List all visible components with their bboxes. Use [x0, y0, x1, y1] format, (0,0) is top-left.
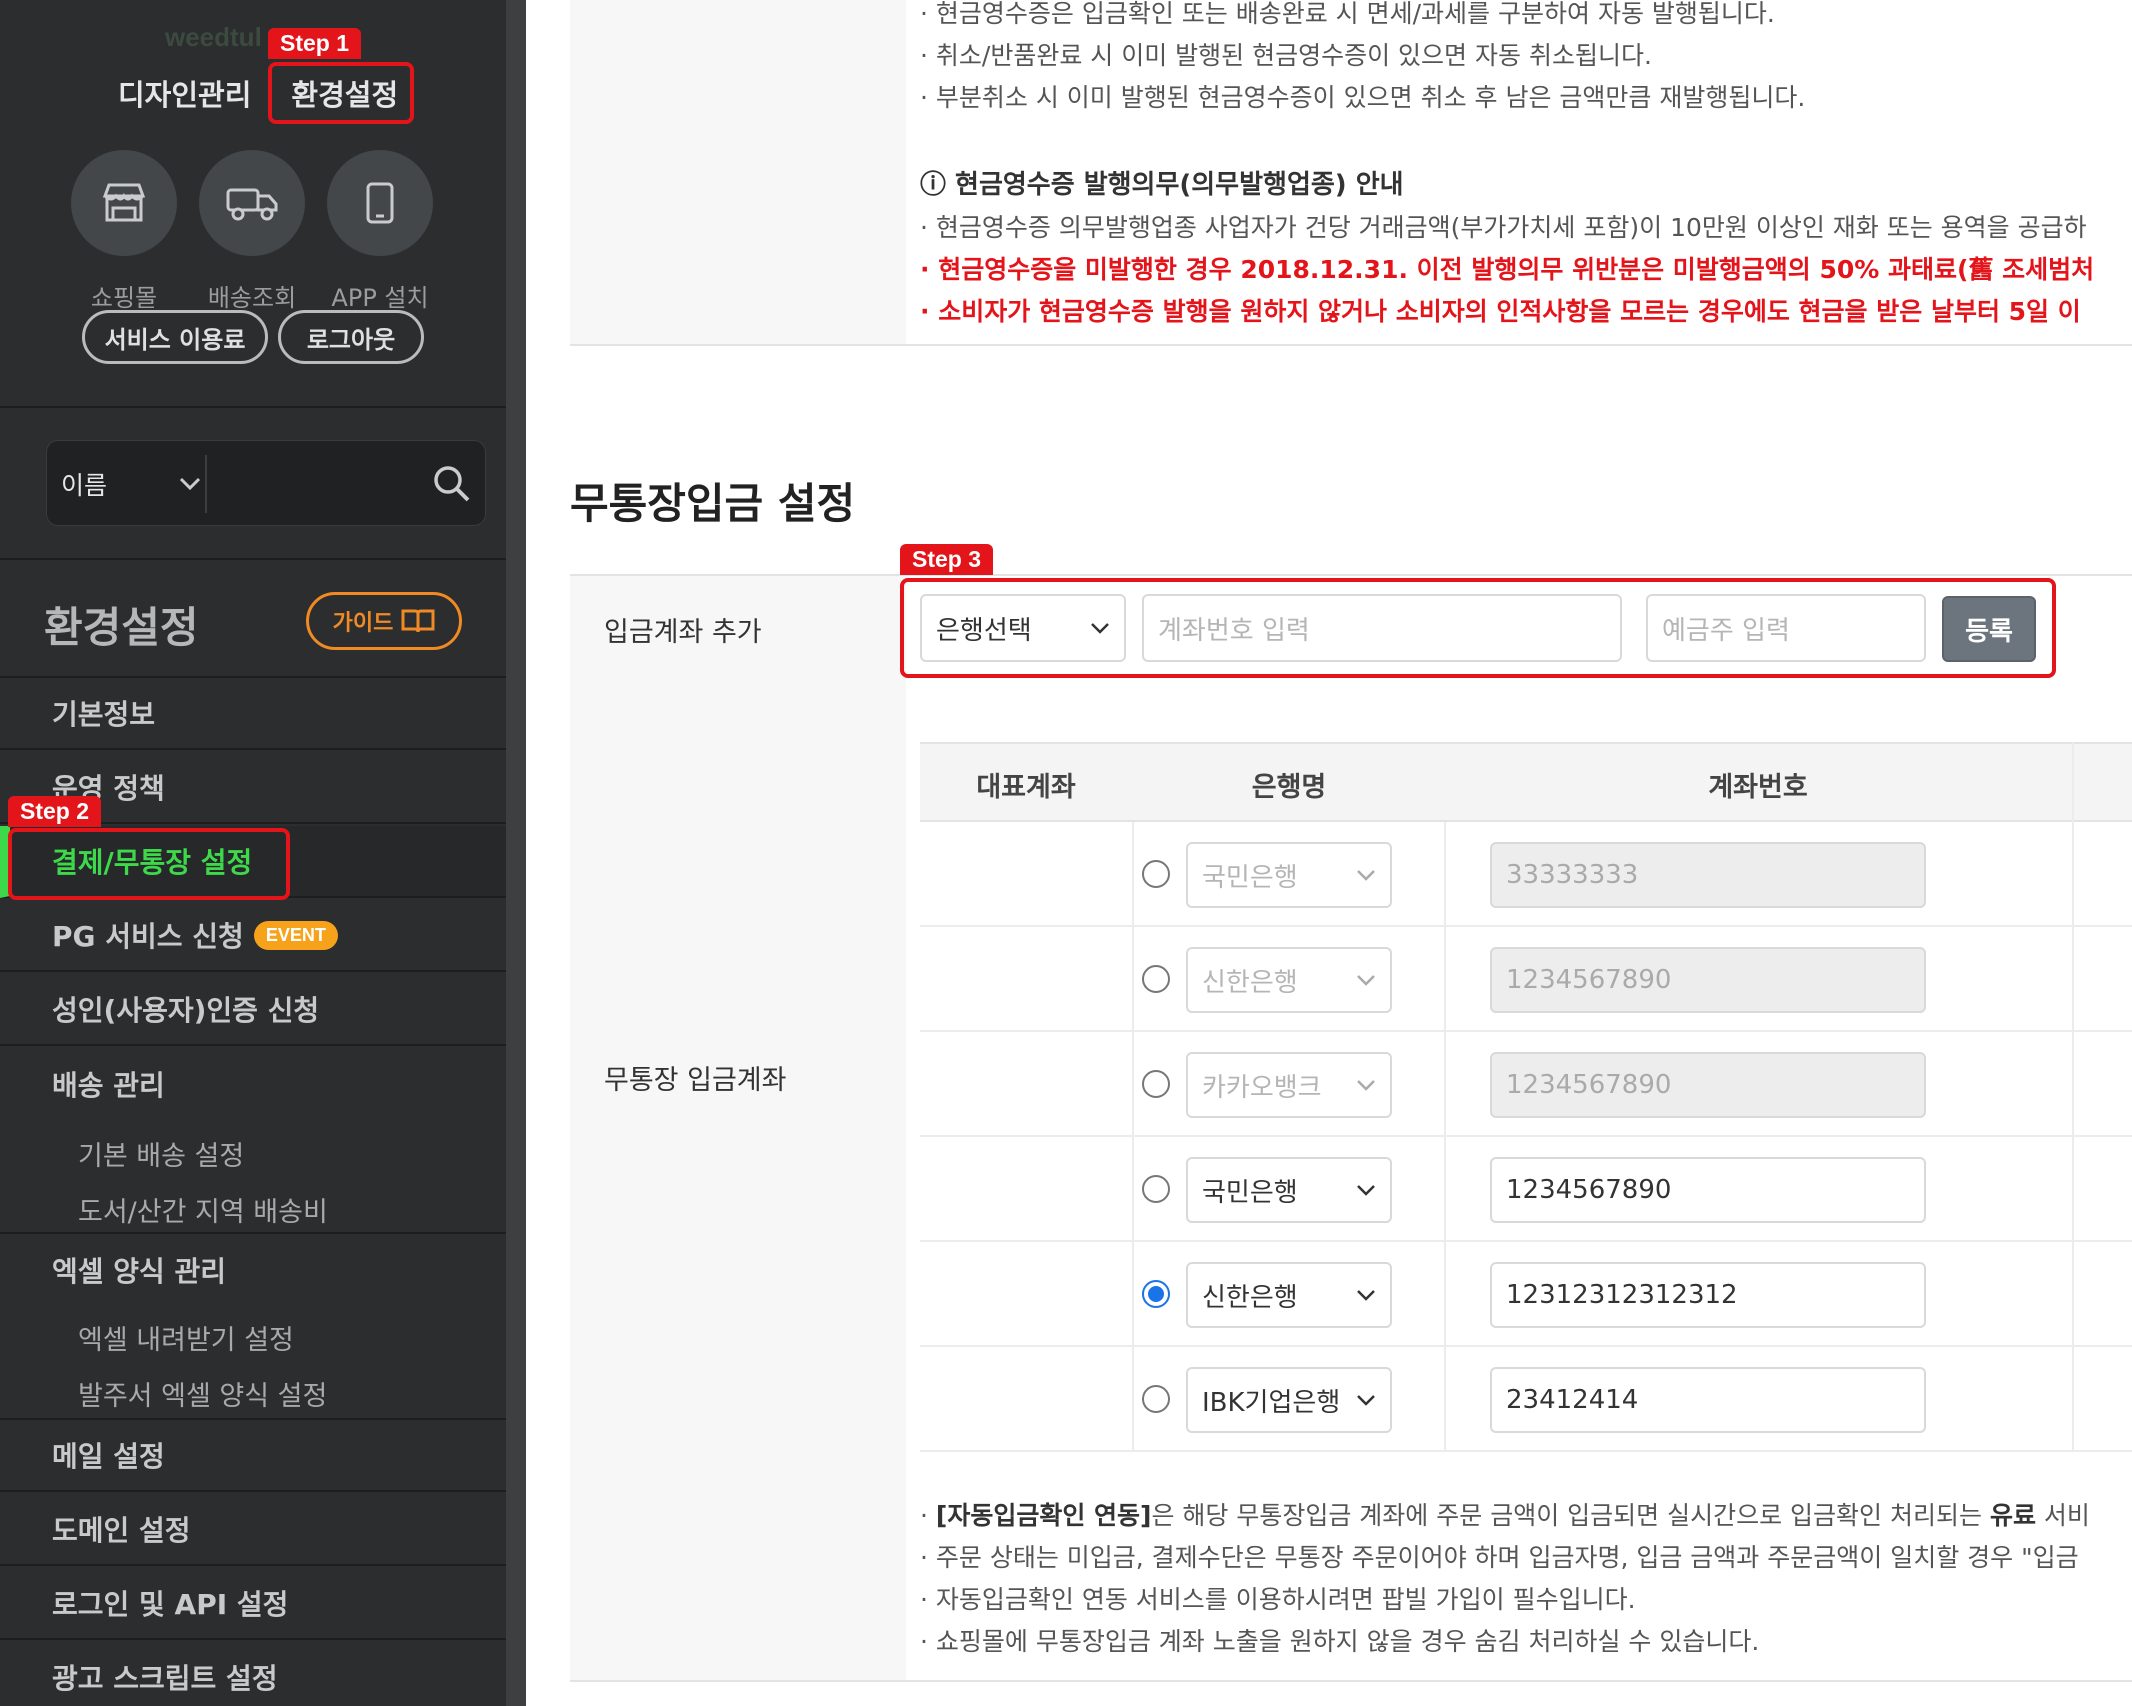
row-account-number[interactable]: 33333333 — [1490, 842, 1926, 908]
notice-warning: · 소비자가 현금영수증 발행을 원하지 않거나 소비자의 인적사항을 모르는 … — [920, 297, 2081, 326]
chevron-down-icon — [1357, 1185, 1375, 1196]
menu-delivery-management[interactable]: 배송 관리 — [0, 1048, 506, 1120]
notice-line: · 현금영수증은 입금확인 또는 배송완료 시 면세/과세를 구분하여 자동 발… — [920, 0, 1775, 28]
nav-design-management[interactable]: 디자인관리 — [118, 72, 251, 114]
info-bullet: · 주문 상태는 미입금, 결제수단은 무통장 주문이어야 하며 입금자명, 입… — [920, 1543, 2079, 1572]
event-badge: EVENT — [253, 920, 338, 950]
quick-app-install[interactable]: APP 설치 — [325, 150, 435, 313]
menu-adult-verification[interactable]: 성인(사용자)인증 신청 — [0, 974, 506, 1046]
row-bank-select[interactable]: 카카오뱅크 — [1186, 1052, 1392, 1118]
divider — [0, 558, 506, 560]
mobile-icon — [366, 182, 394, 224]
chevron-down-icon — [1357, 1395, 1375, 1406]
row-account-number[interactable]: 1234567890 — [1490, 1157, 1926, 1223]
representative-radio[interactable] — [1142, 1280, 1170, 1308]
submenu-remote-area-fee[interactable]: 도서/산간 지역 배송비 — [78, 1190, 328, 1229]
service-fee-button[interactable]: 서비스 이용료 — [82, 310, 268, 364]
info-bullet: · 자동입금확인 연동 서비스를 이용하시려면 팝빌 가입이 필수입니다. — [920, 1585, 1636, 1614]
col-representative: 대표계좌 — [976, 771, 1076, 803]
submenu-basic-delivery[interactable]: 기본 배송 설정 — [78, 1134, 244, 1173]
menu-excel-format[interactable]: 엑셀 양식 관리 — [0, 1234, 506, 1306]
quick-label: 배송조회 — [207, 284, 297, 312]
truck-icon — [226, 188, 278, 221]
step1-highlight — [268, 62, 414, 124]
step3-highlight — [900, 578, 2056, 678]
search-input[interactable] — [213, 451, 423, 517]
search-type-select[interactable]: 이름 — [61, 441, 201, 527]
accounts-table-header: 대표계좌 은행명 계좌번호 — [920, 742, 2132, 822]
chevron-down-icon — [179, 477, 201, 491]
row-bank-select[interactable]: 신한은행 — [1186, 1262, 1392, 1328]
step1-tag: Step 1 — [268, 28, 362, 59]
chevron-down-icon — [1357, 1080, 1375, 1091]
sidebar-scrollbar-thumb[interactable] — [510, 0, 522, 1680]
bank-accounts-label: 무통장 입금계좌 — [604, 1065, 787, 1096]
menu-basic-info[interactable]: 기본정보 — [0, 678, 506, 750]
bank-section-title: 무통장입금 설정 — [570, 479, 856, 528]
col-bank-name: 은행명 — [1251, 771, 1327, 803]
submenu-order-excel[interactable]: 발주서 엑셀 양식 설정 — [78, 1374, 327, 1413]
book-icon — [401, 609, 435, 633]
representative-radio[interactable] — [1142, 1070, 1170, 1098]
quick-label: 쇼핑몰 — [90, 284, 158, 312]
row-account-number[interactable]: 23412414 — [1490, 1367, 1926, 1433]
menu-ad-script-settings[interactable]: 광고 스크립트 설정 — [0, 1642, 506, 1706]
row-account-number[interactable]: 12312312312312 — [1490, 1262, 1926, 1328]
search-icon[interactable] — [431, 463, 471, 503]
add-account-label: 입금계좌 추가 — [604, 617, 762, 648]
notice-line: · 부분취소 시 이미 발행된 현금영수증이 있으면 취소 후 남은 금액만큼 … — [920, 83, 1806, 112]
search-box: 이름 — [46, 440, 486, 526]
menu-pg-service[interactable]: PG 서비스 신청 EVENT — [0, 900, 506, 972]
sidebar-scrollbar-track[interactable] — [506, 0, 526, 1706]
representative-radio[interactable] — [1142, 1385, 1170, 1413]
quick-label: APP 설치 — [331, 284, 429, 312]
chevron-down-icon — [1357, 1290, 1375, 1301]
step3-tag: Step 3 — [900, 544, 994, 575]
notice-heading: ⓘ 현금영수증 발행의무(의무발행업종) 안내 — [920, 170, 1404, 200]
notice-line: · 취소/반품완료 시 이미 발행된 현금영수증이 있으면 자동 취소됩니다. — [920, 41, 1652, 70]
representative-radio[interactable] — [1142, 860, 1170, 888]
row-bank-select[interactable]: 신한은행 — [1186, 947, 1392, 1013]
representative-radio[interactable] — [1142, 965, 1170, 993]
quick-delivery-tracking[interactable]: 배송조회 — [197, 150, 307, 313]
menu-domain-settings[interactable]: 도메인 설정 — [0, 1494, 506, 1566]
section-title: 환경설정 — [44, 603, 199, 652]
representative-radio[interactable] — [1142, 1175, 1170, 1203]
store-icon — [102, 183, 146, 222]
info-bullet: · 쇼핑몰에 무통장입금 계좌 노출을 원하지 않을 경우 숨김 처리하실 수 … — [920, 1627, 1760, 1656]
notice-warning: · 현금영수증을 미발행한 경우 2018.12.31. 이전 발행의무 위반분… — [920, 255, 2095, 284]
row-bank-select[interactable]: 국민은행 — [1186, 1157, 1392, 1223]
menu-mail-settings[interactable]: 메일 설정 — [0, 1420, 506, 1492]
col-account-number: 계좌번호 — [1708, 771, 1808, 803]
quick-shopping-mall[interactable]: 쇼핑몰 — [69, 150, 179, 313]
chevron-down-icon — [1357, 870, 1375, 881]
row-account-number[interactable]: 1234567890 — [1490, 947, 1926, 1013]
brand-logo: weedtul — [165, 22, 262, 52]
submenu-excel-download[interactable]: 엑셀 내려받기 설정 — [78, 1318, 294, 1357]
row-bank-select[interactable]: 국민은행 — [1186, 842, 1392, 908]
chevron-down-icon — [1357, 975, 1375, 986]
row-bank-select[interactable]: IBK기업은행 — [1186, 1367, 1392, 1433]
step2-highlight — [8, 828, 290, 900]
guide-button[interactable]: 가이드 — [306, 592, 462, 650]
menu-login-api-settings[interactable]: 로그인 및 API 설정 — [0, 1568, 506, 1640]
notice-line: · 현금영수증 의무발행업종 사업자가 건당 거래금액(부가가치세 포함)이 1… — [920, 213, 2087, 242]
logout-button[interactable]: 로그아웃 — [278, 310, 424, 364]
row-account-number[interactable]: 1234567890 — [1490, 1052, 1926, 1118]
step2-tag: Step 2 — [8, 796, 102, 827]
main-content: · 현금영수증은 입금확인 또는 배송완료 시 면세/과세를 구분하여 자동 발… — [526, 0, 2132, 1706]
divider — [0, 406, 506, 408]
info-bullet: · [자동입금확인 연동]은 해당 무통장입금 계좌에 주문 금액이 입금되면 … — [920, 1501, 2090, 1530]
